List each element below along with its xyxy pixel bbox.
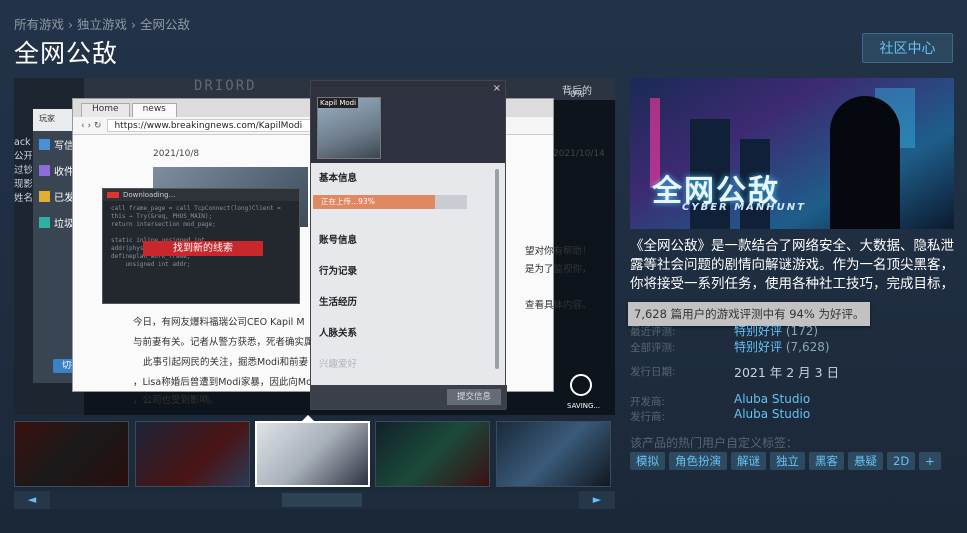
all-reviews-value[interactable]: 特别好评 (7,628) (734, 338, 830, 355)
community-hub-button[interactable]: 社区中心 (862, 33, 953, 63)
screenshot-pct: 0% (570, 90, 585, 100)
recent-reviews-label: 最近评测: (630, 326, 676, 338)
compose-icon (39, 138, 50, 150)
clue-found-banner: 找到新的线索 (143, 241, 263, 256)
game-capsule-image: 全网公敌 CYBER MANHUNT (630, 78, 954, 229)
saving-icon (570, 374, 592, 396)
tag-hacking[interactable]: 黑客 (809, 452, 844, 470)
breadcrumb-separator: › (68, 17, 74, 32)
tag-rpg[interactable]: 角色扮演 (669, 452, 727, 470)
trash-icon (39, 216, 50, 228)
news-paragraph: ，公司也受到影响。 (133, 395, 219, 406)
tags-title: 该产品的热门用户自定义标签： (630, 436, 799, 450)
terminal-badge (107, 192, 119, 198)
tag-simulation[interactable]: 模拟 (630, 452, 665, 470)
news-date-right: 2021/10/14 (553, 149, 605, 159)
capsule-subtitle: CYBER MANHUNT (682, 202, 806, 213)
screenshot-thumbnail[interactable] (135, 421, 250, 487)
breadcrumb: 所有游戏 › 独立游戏 › 全网公敌 (14, 14, 190, 33)
all-reviews-label: 全部评测: (630, 342, 676, 354)
release-date-value: 2021 年 2 月 3 日 (734, 365, 840, 380)
terminal-title: Downloading... (123, 191, 176, 199)
tag-indie[interactable]: 独立 (770, 452, 805, 470)
slider-next-button[interactable]: ► (579, 491, 615, 509)
developer-label: 开发商: (630, 396, 666, 408)
mail-item-label: 垃圾 (54, 218, 74, 230)
browser-tab-home: Home (81, 103, 130, 117)
news-paragraph: 今日，有网友爆料福瑞公司CEO Kapil M (133, 317, 305, 328)
mail-item-label: 写信 (54, 140, 74, 152)
release-date-label: 发行日期: (630, 366, 676, 378)
left-text-line: 现影 (14, 179, 34, 190)
breadcrumb-all-games[interactable]: 所有游戏 (14, 17, 64, 32)
screenshot-thumbnail[interactable] (496, 421, 611, 487)
news-paragraph: 此事引起网民的关注，掘悉Modi和前妻 (143, 357, 309, 368)
recent-reviews-summary[interactable]: 特别好评 (734, 324, 782, 338)
submit-info-button: 提交信息 (447, 389, 501, 405)
news-right-text: 是为了监视你， (525, 264, 592, 275)
news-paragraph: ，Lisa称婚后曾遭到Modi家暴，因此向Modi (133, 377, 321, 388)
mail-item-label: 已发 (54, 192, 74, 204)
recent-reviews-count: (172) (785, 324, 819, 338)
game-description: 《全网公敌》是一款结合了网络安全、大数据、隐私泄露等社会问题的剧情向解谜游戏。作… (630, 238, 954, 292)
news-right-text: 查看具体内容。 (525, 300, 592, 311)
saving-text: SAVING... (567, 402, 601, 410)
slider-handle[interactable] (282, 493, 362, 507)
developer-link[interactable]: Aluba Studio (734, 392, 810, 406)
profile-footer: 提交信息 (311, 385, 507, 409)
profile-item: 兴趣爱好 (319, 359, 358, 370)
profile-avatar: Kapil Modi (317, 97, 381, 159)
left-text-line: 过钞 (14, 165, 34, 176)
close-icon: × (492, 83, 501, 94)
profile-item: 基本信息 (319, 173, 358, 184)
profile-name-tag: Kapil Modi (318, 98, 359, 108)
profile-item: 账号信息 (319, 235, 358, 246)
recent-reviews-value[interactable]: 特别好评 (172) (734, 322, 818, 339)
terminal-code: call frame_page = call TcpConnect(long)C… (111, 205, 281, 268)
upload-progress-track (435, 195, 467, 209)
screenshot-thumbnail[interactable] (375, 421, 490, 487)
thumbnail-slider[interactable]: ◄ ► (14, 491, 615, 509)
screenshot-thumbnail-selected[interactable] (255, 421, 370, 487)
profile-item: 人脉关系 (319, 328, 358, 339)
tag-2d[interactable]: 2D (887, 452, 916, 470)
left-text-line: ack (14, 137, 31, 148)
profile-item: 行为记录 (319, 266, 358, 277)
mail-item-label: 收件 (54, 166, 74, 178)
screenshot-left-text: ack 公开 过钞 现影 姓名 (14, 136, 33, 206)
upload-progress-bar: 正在上传...93% (313, 195, 435, 209)
breadcrumb-indie[interactable]: 独立游戏 (77, 17, 127, 32)
profile-item: 生活经历 (319, 297, 358, 308)
screenshot-bg-label: DRIORD (194, 78, 257, 94)
slider-prev-button[interactable]: ◄ (14, 491, 50, 509)
tag-puzzle[interactable]: 解谜 (731, 452, 766, 470)
all-reviews-summary[interactable]: 特别好评 (734, 340, 782, 354)
tag-more-button[interactable]: + (919, 452, 941, 470)
news-date-left: 2021/10/8 (153, 149, 200, 159)
tag-mystery[interactable]: 悬疑 (848, 452, 883, 470)
sent-icon (39, 190, 50, 202)
profile-scrollbar (495, 169, 499, 369)
publisher-link[interactable]: Aluba Studio (734, 407, 810, 421)
all-reviews-count: (7,628) (785, 340, 830, 354)
left-text-line: 姓名 (14, 193, 34, 204)
page-title: 全网公敌 (14, 39, 119, 68)
screenshot-thumbnail[interactable] (14, 421, 129, 487)
terminal-window: Downloading... call frame_page = call Tc… (102, 188, 300, 304)
browser-tab-news: news (131, 103, 177, 117)
nav-arrows-icon: ‹ › ↻ (81, 120, 102, 131)
breadcrumb-separator: › (131, 17, 137, 32)
inbox-icon (39, 164, 50, 176)
terminal-header: Downloading... (103, 189, 299, 201)
breadcrumb-current[interactable]: 全网公敌 (140, 17, 190, 32)
news-right-text: 望对你有帮助！ (525, 246, 592, 257)
left-text-line: 公开 (14, 151, 34, 162)
capsule-silhouette (830, 96, 900, 229)
tags-row: 模拟 角色扮演 解谜 独立 黑客 悬疑 2D + (630, 452, 941, 470)
main-screenshot[interactable]: DRIORD 背后的 0% ack 公开 过钞 现影 姓名 玩家 写信 收件 已… (14, 78, 615, 415)
profile-header: × Kapil Modi (311, 81, 505, 163)
publisher-label: 发行商: (630, 411, 666, 423)
news-paragraph: 与前妻有关。记者从警方获悉，死者确实属 (133, 337, 314, 348)
profile-window: × Kapil Modi 基本信息 正在上传...93% 账号信息 行为记录 生… (310, 80, 507, 410)
